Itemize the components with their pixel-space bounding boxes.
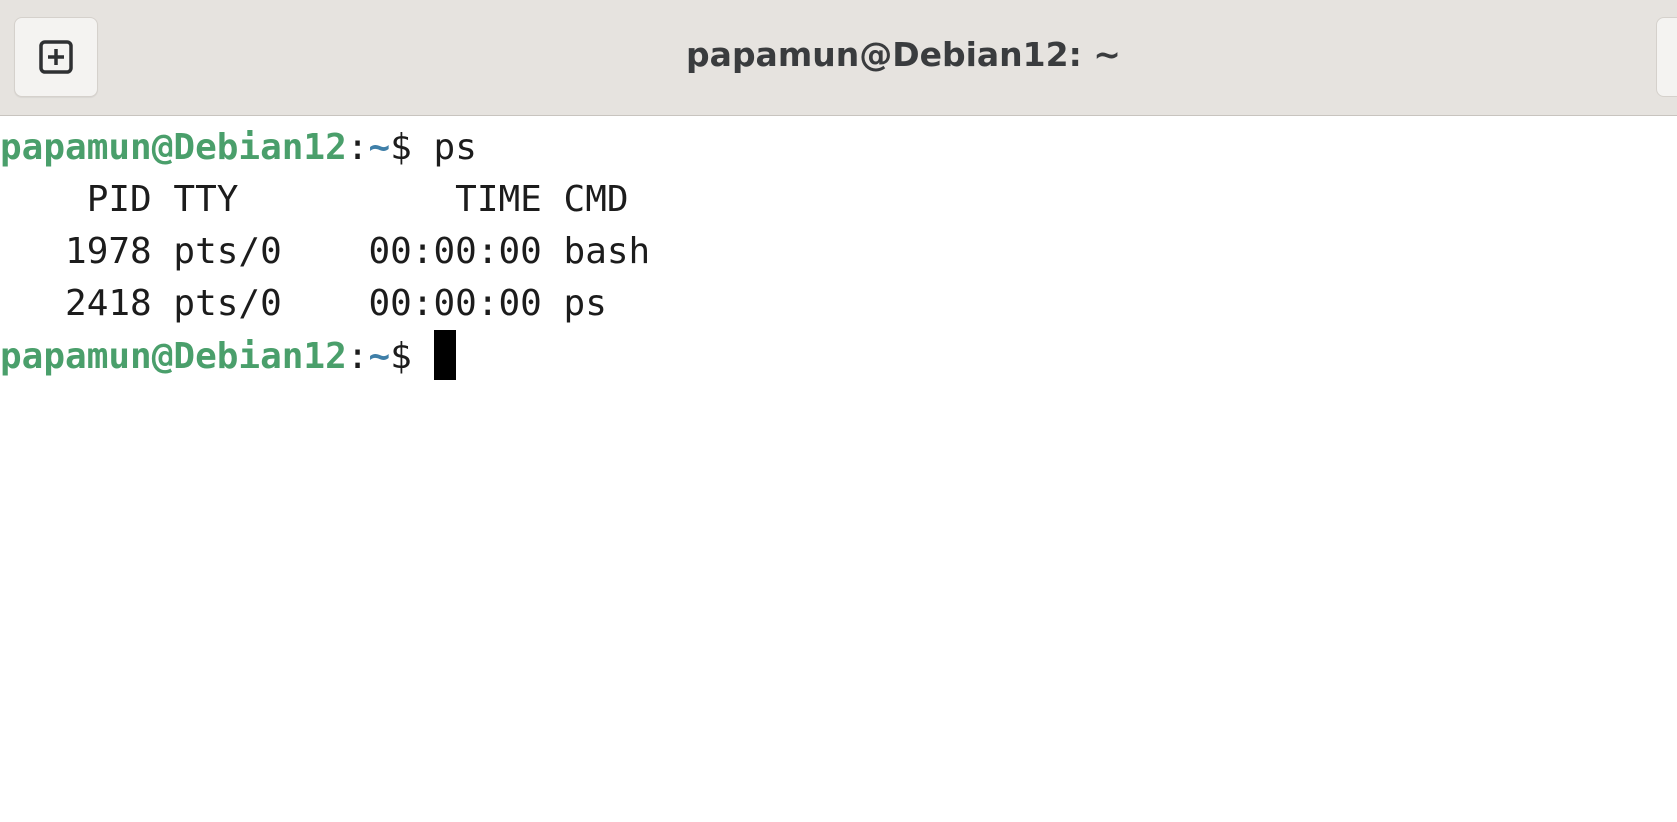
terminal-window: papamun@Debian12: ~ papamun@Debian12:~$ … <box>0 0 1677 822</box>
prompt-path: ~ <box>368 127 391 168</box>
prompt-sign: $ <box>390 336 434 377</box>
window-title: papamun@Debian12: ~ <box>686 35 1121 74</box>
prompt-path: ~ <box>368 336 391 377</box>
prompt-line[interactable]: papamun@Debian12:~$ <box>0 330 1677 382</box>
prompt-user: papamun@Debian12 <box>0 127 347 168</box>
prompt-user: papamun@Debian12 <box>0 336 347 377</box>
menu-button[interactable] <box>1656 17 1677 97</box>
command-text: ps <box>433 127 477 168</box>
prompt-colon: : <box>346 127 369 168</box>
output-row: 2418 pts/0 00:00:00 ps <box>0 283 607 324</box>
terminal-output[interactable]: papamun@Debian12:~$ ps PID TTY TIME CMD … <box>0 116 1677 822</box>
command-line: papamun@Debian12:~$ ps <box>0 122 1677 174</box>
output-row: 1978 pts/0 00:00:00 bash <box>0 231 651 272</box>
prompt-colon: : <box>346 336 369 377</box>
prompt-sign: $ <box>390 127 434 168</box>
text-cursor <box>433 330 456 380</box>
title-bar: papamun@Debian12: ~ <box>0 0 1677 116</box>
output-header: PID TTY TIME CMD <box>0 179 629 220</box>
